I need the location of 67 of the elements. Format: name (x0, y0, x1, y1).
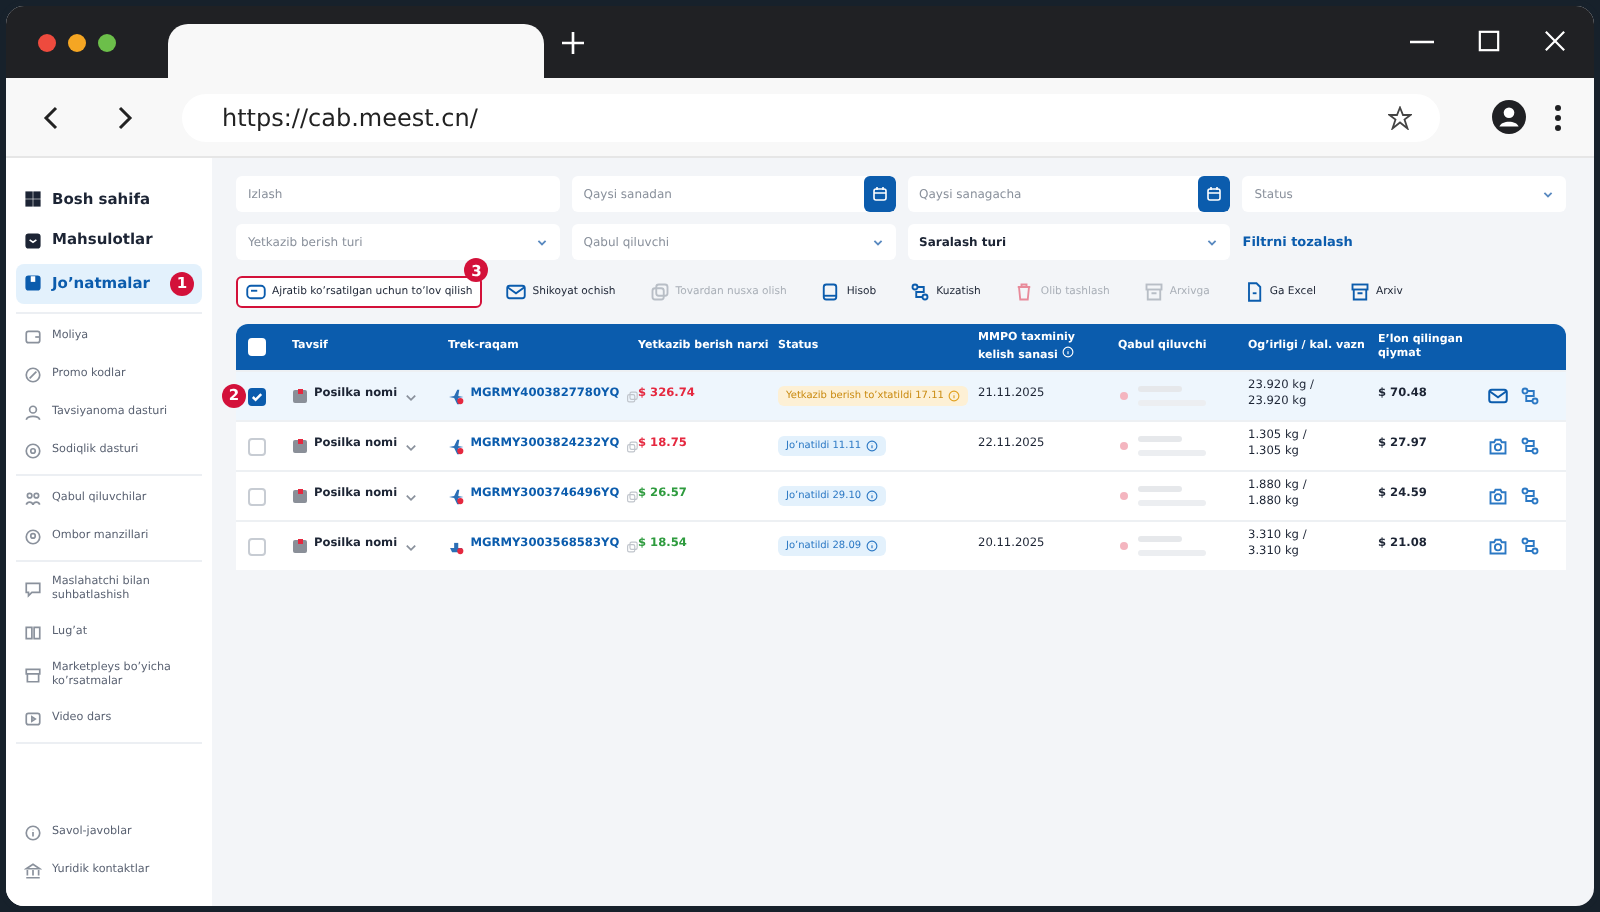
back-icon[interactable] (42, 105, 62, 129)
plus-icon[interactable] (562, 31, 584, 53)
zoom-window-button[interactable] (98, 33, 116, 51)
chevron-icon[interactable] (403, 489, 418, 503)
book-icon (24, 623, 42, 642)
parcel-icon (24, 274, 42, 293)
parcel-icon (292, 388, 308, 404)
user-icon (24, 403, 42, 422)
parcel-icon (292, 488, 308, 504)
percent-icon (24, 365, 42, 384)
file-icon (1243, 282, 1264, 302)
route-icon[interactable] (1520, 486, 1540, 506)
calendar-icon (1206, 186, 1223, 202)
info-icon (865, 440, 878, 452)
book-icon (820, 282, 841, 302)
close-window-button[interactable] (38, 33, 56, 51)
store-icon (24, 666, 42, 685)
location-icon (24, 527, 42, 546)
play-icon (24, 709, 42, 728)
wallet-icon (24, 327, 42, 346)
users-icon (24, 489, 42, 508)
chevron-icon (871, 236, 883, 248)
route-icon[interactable] (1520, 386, 1540, 406)
calendar-button[interactable] (1198, 176, 1231, 212)
forward-icon[interactable] (114, 105, 134, 129)
mail-icon (506, 282, 527, 302)
calendar-icon (871, 186, 887, 202)
archive-icon (1349, 282, 1370, 302)
chevron-icon[interactable] (403, 389, 418, 403)
trash-icon (1014, 282, 1035, 302)
mail-icon[interactable] (1488, 386, 1508, 406)
select-all-checkbox[interactable] (248, 338, 266, 356)
row-checkbox[interactable] (248, 387, 266, 405)
loyalty-icon (24, 441, 42, 460)
chat-icon (24, 580, 42, 599)
copy-icon (649, 282, 670, 302)
info-icon (947, 390, 960, 402)
camera-icon[interactable] (1488, 486, 1508, 506)
chevron-icon (1542, 188, 1554, 200)
menu-icon[interactable] (1554, 103, 1562, 131)
star-icon[interactable] (1388, 105, 1412, 129)
minimize-window-button[interactable] (68, 33, 86, 51)
chevron-icon[interactable] (403, 439, 418, 453)
parcel-icon (292, 438, 308, 454)
maximize-icon[interactable] (1478, 30, 1500, 52)
chevron-icon (535, 236, 548, 248)
route-icon[interactable] (1520, 436, 1540, 456)
bank-icon (24, 862, 42, 880)
card-icon (246, 282, 266, 302)
grid-icon (24, 190, 42, 209)
parcel-icon (292, 538, 308, 554)
camera-icon[interactable] (1488, 436, 1508, 456)
camera-icon[interactable] (1488, 536, 1508, 556)
box-icon (24, 231, 42, 250)
route-icon (910, 282, 931, 302)
calendar-button[interactable] (863, 176, 895, 212)
info-icon (24, 824, 42, 842)
route-icon[interactable] (1520, 536, 1540, 556)
chevron-icon[interactable] (403, 539, 418, 553)
info-icon (865, 540, 878, 552)
info-icon (865, 490, 878, 502)
chevron-icon (1206, 236, 1219, 248)
profile-icon[interactable] (1492, 100, 1526, 134)
info-icon (1061, 345, 1074, 357)
close-icon[interactable] (1544, 30, 1566, 52)
address-bar[interactable]: https://cab.meest.cn/ (182, 93, 1440, 141)
archive-icon (1143, 282, 1164, 302)
